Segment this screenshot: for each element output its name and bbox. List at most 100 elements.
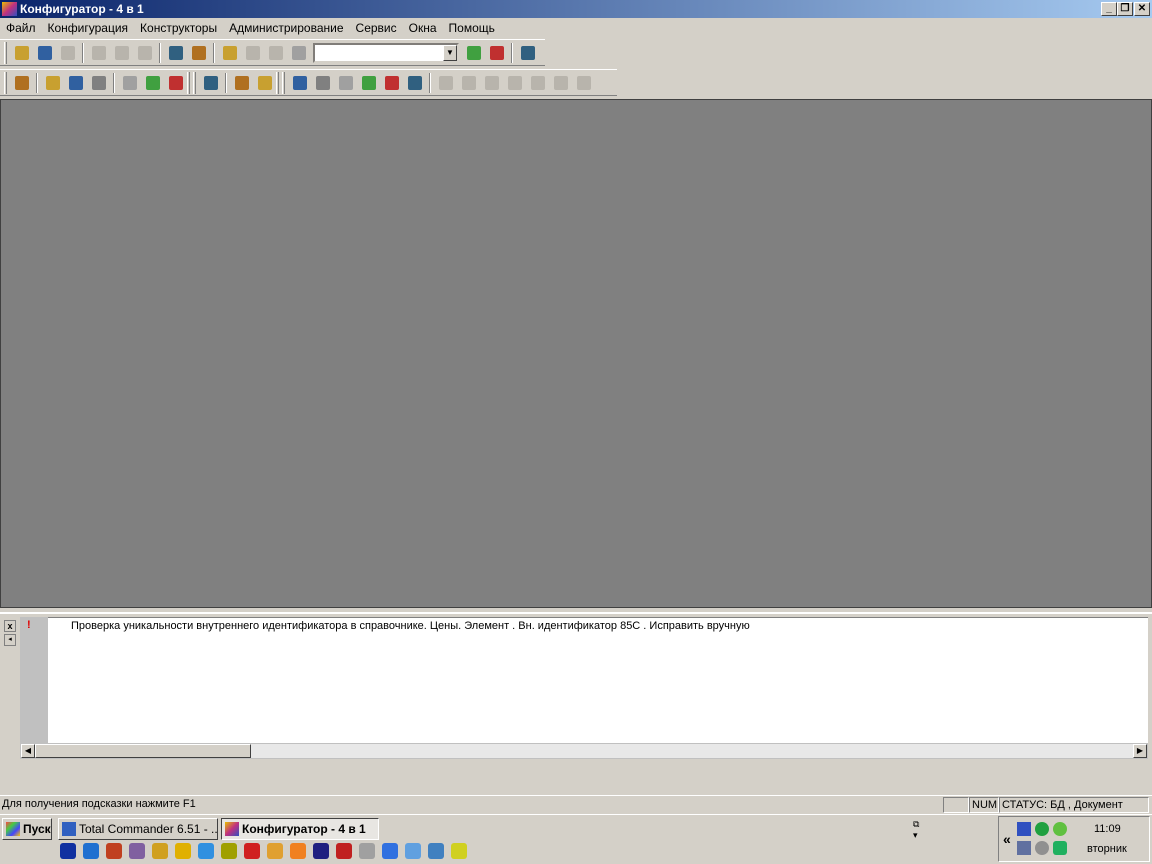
designer-12-icon[interactable] <box>551 73 571 93</box>
taskbar-menu-icon[interactable]: ⧉ ▾ <box>913 819 919 841</box>
users-icon[interactable] <box>66 73 86 93</box>
quick-launch-17-icon[interactable] <box>428 843 444 859</box>
agent-icon[interactable] <box>1053 841 1067 855</box>
antivirus-icon[interactable] <box>1035 822 1049 836</box>
dock-icon[interactable]: ◂ <box>4 634 16 646</box>
quick-launch-11-icon[interactable] <box>290 843 306 859</box>
quick-launch-15-icon[interactable] <box>382 843 398 859</box>
designer-6-icon[interactable] <box>405 73 425 93</box>
restore-button[interactable]: ❐ <box>1117 2 1133 16</box>
tray-expand-icon[interactable]: « <box>1003 831 1011 847</box>
toolbar-grip[interactable] <box>4 71 7 94</box>
quick-launch-10-icon[interactable] <box>267 843 283 859</box>
quick-launch-2-icon[interactable] <box>83 843 99 859</box>
designer-2-icon[interactable] <box>313 73 333 93</box>
print-icon[interactable] <box>166 43 186 63</box>
save-icon[interactable] <box>58 43 78 63</box>
stop-icon[interactable] <box>143 73 163 93</box>
export-icon-glyph <box>257 75 272 90</box>
find-next-icon[interactable] <box>464 43 484 63</box>
find-prev-icon-glyph <box>489 45 504 60</box>
close-panel-icon[interactable]: x <box>4 620 16 632</box>
quick-launch-13-icon[interactable] <box>336 843 352 859</box>
syntax-helper-icon[interactable] <box>220 43 240 63</box>
quick-launch-9-icon[interactable] <box>244 843 260 859</box>
minimize-button[interactable]: _ <box>1101 2 1117 16</box>
scroll-right-icon[interactable]: ▶ <box>1133 744 1147 758</box>
menu-help[interactable]: Помощь <box>443 21 501 35</box>
new-icon[interactable] <box>12 43 32 63</box>
close-button[interactable]: ✕ <box>1134 2 1150 16</box>
network-icon[interactable] <box>1017 822 1031 836</box>
menu-administration[interactable]: Администрирование <box>223 21 349 35</box>
quick-launch-8-icon[interactable] <box>221 843 237 859</box>
menu-file[interactable]: Файл <box>0 21 42 35</box>
scroll-left-icon[interactable]: ◀ <box>21 744 35 758</box>
title-bar: Конфигуратор - 4 в 1 _ ❐ ✕ <box>0 0 1152 18</box>
designer-13-icon[interactable] <box>574 73 594 93</box>
help-icon[interactable] <box>518 43 538 63</box>
find-prev-icon[interactable] <box>487 43 507 63</box>
taskbar-total-commander[interactable]: Total Commander 6.51 - ... <box>58 818 218 840</box>
icq-icon[interactable] <box>1053 822 1067 836</box>
menu-service[interactable]: Сервис <box>350 21 403 35</box>
search-users-icon-glyph <box>91 75 106 90</box>
designer-11-icon[interactable] <box>528 73 548 93</box>
config-tree-icon[interactable] <box>12 73 32 93</box>
copy-icon[interactable] <box>112 43 132 63</box>
designer-7-icon-glyph <box>438 75 453 90</box>
designer-7-icon[interactable] <box>436 73 456 93</box>
taskbar-configurator[interactable]: Конфигуратор - 4 в 1 <box>221 818 379 840</box>
quick-launch-4-icon[interactable] <box>129 843 145 859</box>
find-icon-glyph <box>291 45 306 60</box>
designer-4-icon[interactable] <box>359 73 379 93</box>
export-icon[interactable] <box>255 73 275 93</box>
designer-8-icon[interactable] <box>459 73 479 93</box>
designer-3-icon[interactable] <box>336 73 356 93</box>
search-users-icon[interactable] <box>89 73 109 93</box>
quick-launch-5-icon[interactable] <box>152 843 168 859</box>
clock[interactable]: 11:09 <box>1094 823 1121 835</box>
metadata-icon[interactable] <box>43 73 63 93</box>
import-icon[interactable] <box>232 73 252 93</box>
monitor-icon[interactable] <box>1017 841 1031 855</box>
quick-launch-3-icon[interactable] <box>106 843 122 859</box>
quick-launch-7-icon[interactable] <box>198 843 214 859</box>
find-icon[interactable] <box>289 43 309 63</box>
quick-launch-14-icon[interactable] <box>359 843 375 859</box>
cut-icon[interactable] <box>89 43 109 63</box>
toolbar-grip[interactable] <box>193 71 196 94</box>
undo-icon[interactable] <box>243 43 263 63</box>
paste-icon[interactable] <box>135 43 155 63</box>
quick-launch-18-icon[interactable] <box>451 843 467 859</box>
menu-configuration[interactable]: Конфигурация <box>42 21 135 35</box>
menu-constructors[interactable]: Конструкторы <box>134 21 223 35</box>
scroll-thumb[interactable] <box>35 744 251 758</box>
quick-launch-16-icon[interactable] <box>405 843 421 859</box>
quick-launch-6-icon[interactable] <box>175 843 191 859</box>
quick-launch-1-icon[interactable] <box>60 843 76 859</box>
user-icon[interactable] <box>201 73 221 93</box>
wizard-icon[interactable] <box>120 73 140 93</box>
horizontal-scrollbar[interactable]: ◀ ▶ <box>20 743 1148 759</box>
message-line[interactable]: Проверка уникальности внутреннего иденти… <box>71 620 750 632</box>
quick-launch-12-icon[interactable] <box>313 843 329 859</box>
toolbar-grip[interactable] <box>187 71 190 94</box>
toolbar-grip[interactable] <box>282 71 285 94</box>
designer-10-icon[interactable] <box>505 73 525 93</box>
menu-windows[interactable]: Окна <box>403 21 443 35</box>
search-combobox[interactable]: ▼ <box>313 42 459 63</box>
toolbar-grip[interactable] <box>4 41 7 64</box>
check-icon[interactable] <box>166 73 186 93</box>
volume-icon[interactable] <box>1035 841 1049 855</box>
designer-5-icon[interactable] <box>382 73 402 93</box>
toolbar-grip[interactable] <box>276 71 279 94</box>
designer-9-icon[interactable] <box>482 73 502 93</box>
designer-1-icon[interactable] <box>290 73 310 93</box>
start-button[interactable]: Пуск <box>2 818 52 840</box>
dropdown-arrow-icon[interactable]: ▼ <box>443 44 457 61</box>
redo-icon[interactable] <box>266 43 286 63</box>
print-preview-icon[interactable] <box>189 43 209 63</box>
standard-toolbar: ▼ <box>0 39 545 66</box>
open-icon[interactable] <box>35 43 55 63</box>
